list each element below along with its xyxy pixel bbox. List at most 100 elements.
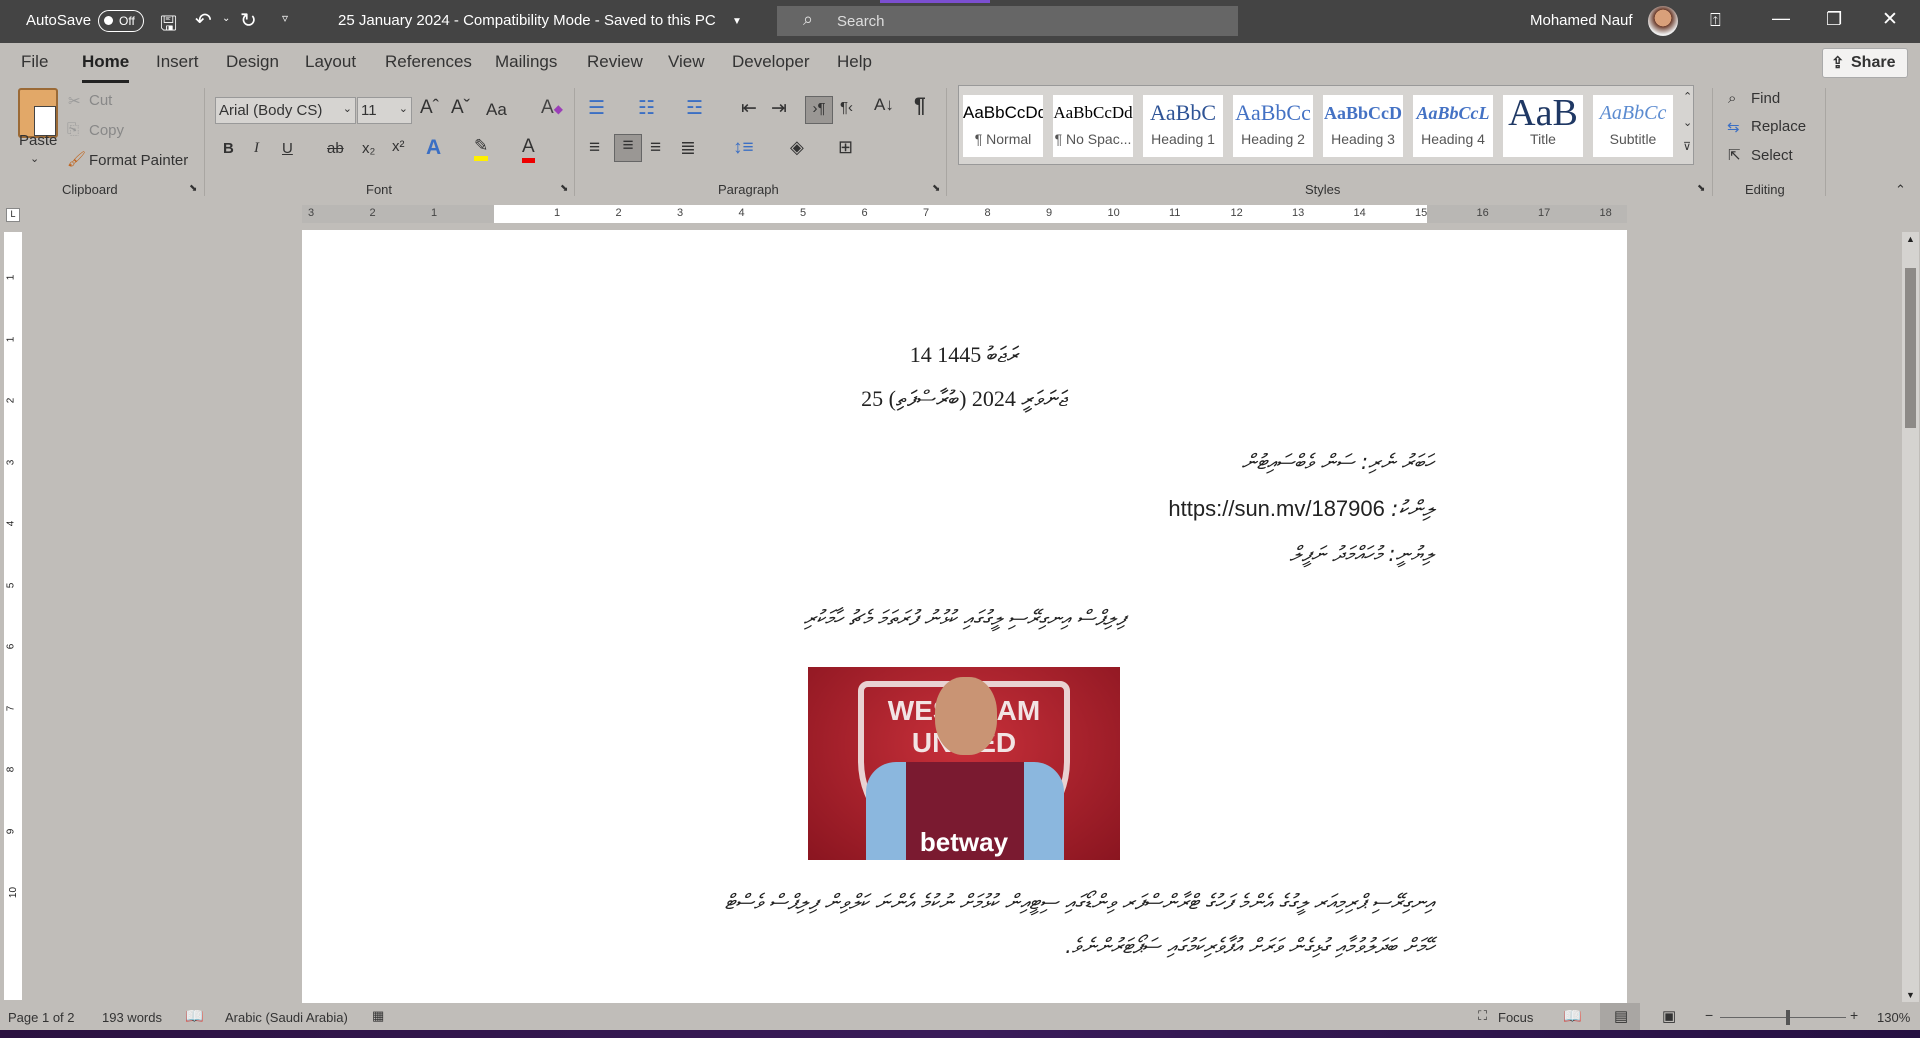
article-image[interactable]: WEST HAM UNITED betway bbox=[808, 667, 1120, 860]
paragraph-launcher-icon[interactable]: ⬊ bbox=[932, 183, 940, 194]
vertical-ruler[interactable]: 1 1 2 3 4 5 6 7 8 9 10 bbox=[4, 232, 22, 1000]
paste-dropdown-icon[interactable]: ⌄ bbox=[30, 152, 39, 165]
style-heading-1[interactable]: AaBbC Heading 1 bbox=[1143, 95, 1223, 157]
language-status[interactable]: Arabic (Saudi Arabia) bbox=[225, 1010, 348, 1025]
tab-references[interactable]: References bbox=[385, 52, 472, 72]
styles-more-icon[interactable]: ⊽ bbox=[1683, 140, 1691, 153]
borders-icon[interactable]: ⊞ bbox=[838, 137, 853, 158]
macro-icon[interactable]: ▦ bbox=[372, 1008, 384, 1024]
strikethrough-button[interactable]: ab bbox=[327, 140, 344, 157]
close-icon[interactable]: ✕ bbox=[1882, 8, 1898, 31]
align-left-icon[interactable]: ≡ bbox=[589, 137, 600, 159]
zoom-slider[interactable] bbox=[1720, 1017, 1846, 1018]
scroll-up-icon[interactable]: ▲ bbox=[1906, 234, 1915, 244]
user-avatar[interactable] bbox=[1648, 6, 1678, 36]
styles-launcher-icon[interactable]: ⬊ bbox=[1697, 183, 1705, 194]
shrink-font-icon[interactable]: Aˇ bbox=[451, 97, 470, 119]
font-launcher-icon[interactable]: ⬊ bbox=[560, 183, 568, 194]
web-layout-icon[interactable]: ▣ bbox=[1662, 1007, 1676, 1025]
scrollbar-thumb[interactable] bbox=[1905, 268, 1916, 428]
user-name[interactable]: Mohamed Nauf bbox=[1530, 12, 1633, 29]
focus-icon[interactable]: ⛶ bbox=[1478, 1008, 1487, 1024]
print-layout-button[interactable]: ▤ bbox=[1600, 1003, 1640, 1031]
grow-font-icon[interactable]: Aˆ bbox=[420, 97, 439, 119]
find-button[interactable]: Find bbox=[1751, 90, 1780, 107]
italic-button[interactable]: I bbox=[254, 140, 259, 157]
select-button[interactable]: Select bbox=[1751, 147, 1793, 164]
copy-button[interactable]: Copy bbox=[89, 122, 124, 139]
minimize-icon[interactable]: — bbox=[1772, 8, 1790, 29]
undo-icon[interactable]: ↶ bbox=[195, 8, 212, 33]
style-subtitle[interactable]: AaBbCc Subtitle bbox=[1593, 95, 1673, 157]
paste-button[interactable]: Paste bbox=[19, 132, 57, 149]
vertical-scrollbar[interactable]: ▲ ▼ bbox=[1902, 232, 1919, 1002]
title-dropdown-icon[interactable]: ▼ bbox=[732, 16, 742, 27]
proofing-icon[interactable]: 📖 bbox=[185, 1007, 204, 1025]
save-icon[interactable]: 🖫 bbox=[160, 9, 177, 43]
superscript-button[interactable]: x² bbox=[392, 138, 405, 155]
article-link[interactable]: https://sun.mv/187906 bbox=[1168, 496, 1384, 521]
restore-icon[interactable]: ❐ bbox=[1826, 9, 1842, 30]
tab-help[interactable]: Help bbox=[837, 52, 872, 72]
subscript-button[interactable]: x₂ bbox=[362, 140, 375, 157]
tab-selector[interactable]: L bbox=[6, 208, 20, 222]
redo-icon[interactable]: ↻ bbox=[240, 8, 257, 33]
style-heading-2[interactable]: AaBbCc Heading 2 bbox=[1233, 95, 1313, 157]
line-spacing-icon[interactable]: ↕≡ bbox=[733, 137, 754, 159]
cut-icon[interactable]: ✂ bbox=[68, 92, 81, 110]
tab-home[interactable]: Home bbox=[82, 52, 130, 83]
align-right-icon[interactable]: ≡ bbox=[650, 137, 661, 159]
styles-scroll-down-icon[interactable]: ⌄ bbox=[1683, 116, 1692, 129]
page-count[interactable]: Page 1 of 2 bbox=[8, 1010, 75, 1025]
find-icon[interactable]: ⌕ bbox=[1728, 90, 1736, 107]
tab-review[interactable]: Review bbox=[587, 52, 643, 72]
font-size-select[interactable]: 11 ⌄ bbox=[357, 97, 412, 124]
document-page[interactable]: 14 ރަޖަބު 1445 25 ޖަނަވަރީ 2024 (ބުރާސްފ… bbox=[302, 230, 1627, 1003]
word-count[interactable]: 193 words bbox=[102, 1010, 162, 1025]
clipboard-launcher-icon[interactable]: ⬊ bbox=[189, 183, 197, 194]
ltr-direction-button[interactable]: ›¶ bbox=[805, 96, 833, 124]
undo-dropdown-icon[interactable]: ⌄ bbox=[222, 13, 230, 24]
rtl-direction-button[interactable]: ¶‹ bbox=[840, 99, 853, 116]
read-mode-icon[interactable]: 📖 bbox=[1563, 1007, 1582, 1025]
paste-icon[interactable] bbox=[18, 88, 58, 138]
increase-indent-icon[interactable]: ⇥ bbox=[771, 97, 787, 120]
customize-toolbar-icon[interactable]: ▿ bbox=[282, 11, 288, 25]
focus-button[interactable]: Focus bbox=[1498, 1010, 1533, 1025]
horizontal-ruler[interactable]: 3 2 1 1 2 3 4 5 6 7 8 9 10 11 12 13 14 15 16 17 18 bbox=[302, 205, 1627, 223]
justify-icon[interactable]: ≣ bbox=[680, 137, 696, 160]
collapse-ribbon-icon[interactable]: ⌃ bbox=[1895, 182, 1906, 198]
tab-layout[interactable]: Layout bbox=[305, 52, 356, 72]
font-color-icon[interactable]: A bbox=[522, 136, 535, 163]
highlight-color-icon[interactable]: ✎ bbox=[474, 136, 489, 161]
bullets-icon[interactable]: ☰ bbox=[588, 97, 605, 120]
tab-design[interactable]: Design bbox=[226, 52, 279, 72]
select-icon[interactable]: ⇱ bbox=[1728, 146, 1741, 164]
copy-icon[interactable]: ⎘ bbox=[67, 121, 79, 138]
autosave-toggle[interactable]: Off bbox=[98, 10, 144, 32]
numbering-icon[interactable]: ☷ bbox=[638, 97, 655, 120]
tab-developer[interactable]: Developer bbox=[732, 52, 810, 72]
replace-button[interactable]: Replace bbox=[1751, 118, 1806, 135]
document-title[interactable]: 25 January 2024 - Compatibility Mode - S… bbox=[338, 12, 716, 29]
sort-icon[interactable]: A↓ bbox=[874, 95, 894, 115]
style-normal[interactable]: AaBbCcDd ¶ Normal bbox=[963, 95, 1043, 157]
scroll-down-icon[interactable]: ▼ bbox=[1906, 990, 1915, 1000]
multilevel-list-icon[interactable]: ☲ bbox=[686, 97, 703, 120]
format-painter-icon[interactable]: 🖌 bbox=[67, 150, 86, 168]
clear-formatting-icon[interactable]: A◆ bbox=[541, 97, 563, 119]
tab-file[interactable]: File bbox=[21, 52, 48, 72]
text-effects-icon[interactable]: A bbox=[426, 136, 441, 160]
replace-icon[interactable]: ⇆ bbox=[1727, 118, 1740, 136]
ribbon-display-options-icon[interactable]: ⍐ bbox=[1710, 10, 1721, 31]
underline-button[interactable]: U bbox=[282, 140, 293, 157]
format-painter-button[interactable]: Format Painter bbox=[89, 152, 188, 169]
zoom-in-button[interactable]: + bbox=[1850, 1007, 1858, 1023]
tab-view[interactable]: View bbox=[668, 52, 705, 72]
style-title[interactable]: AaB Title bbox=[1503, 95, 1583, 157]
zoom-slider-thumb[interactable] bbox=[1786, 1010, 1790, 1025]
zoom-level[interactable]: 130% bbox=[1877, 1010, 1910, 1025]
cut-button[interactable]: Cut bbox=[89, 92, 112, 109]
change-case-button[interactable]: Aa bbox=[486, 100, 507, 120]
font-name-select[interactable]: Arial (Body CS) ⌄ bbox=[215, 97, 356, 124]
